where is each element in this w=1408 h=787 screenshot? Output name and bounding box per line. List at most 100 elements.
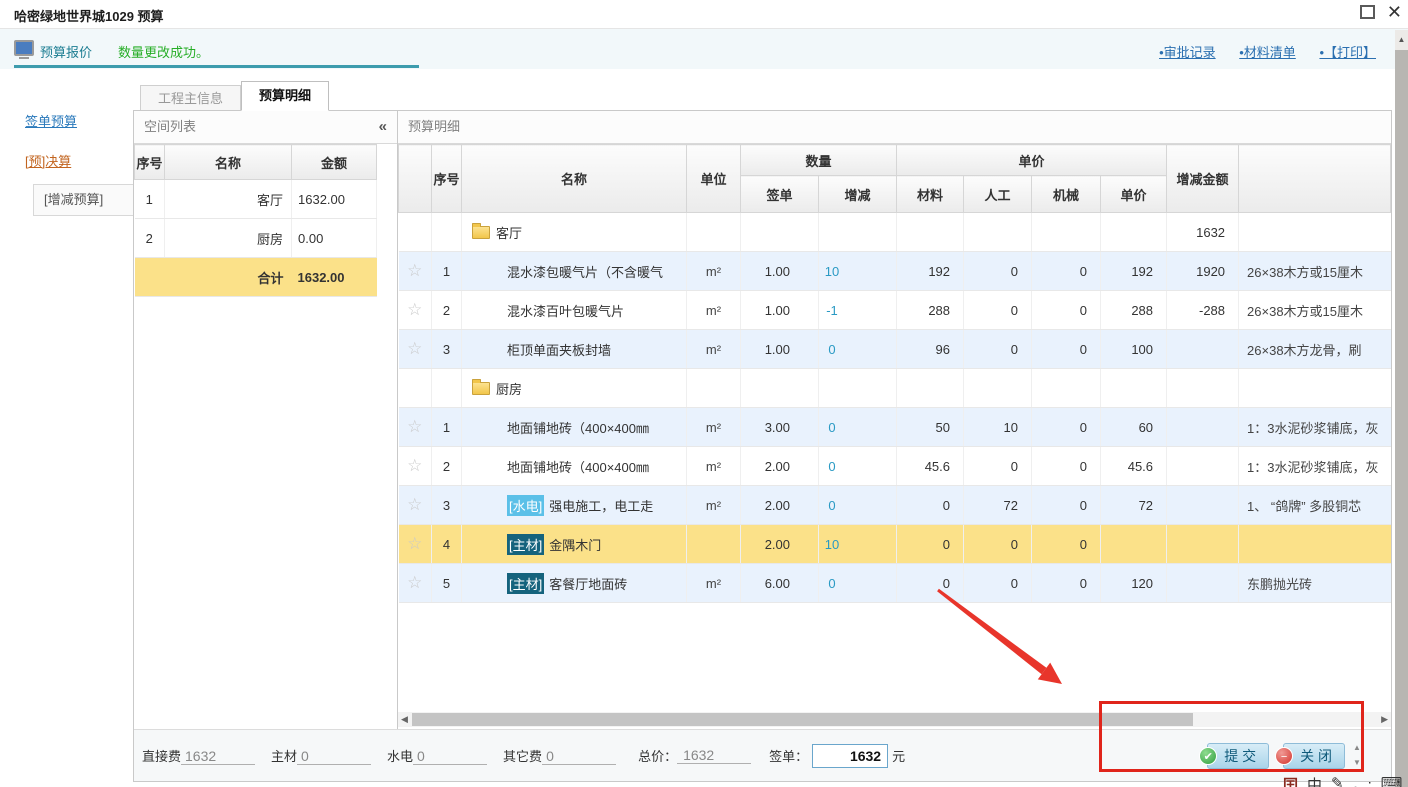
row-change-amount[interactable]	[1167, 447, 1239, 486]
ime-mode-icon[interactable]: 中	[1307, 774, 1322, 787]
sign-amount-input[interactable]	[812, 744, 888, 768]
cell[interactable]	[819, 369, 897, 408]
row-unit-price[interactable]: 120	[1101, 564, 1167, 603]
row-unit[interactable]: m²	[687, 330, 741, 369]
row-unit-price[interactable]: 72	[1101, 486, 1167, 525]
row-material-price[interactable]: 288	[897, 291, 964, 330]
row-labor-price[interactable]: 0	[964, 564, 1032, 603]
space-row-seq[interactable]: 1	[135, 180, 165, 219]
detail-row[interactable]: ☆2混水漆百叶包暖气片m²1.00-128800288-28826×38木方或1…	[399, 291, 1391, 330]
row-unit-price[interactable]: 60	[1101, 408, 1167, 447]
folder-row[interactable]: 厨房	[399, 369, 1391, 408]
cell[interactable]	[964, 369, 1032, 408]
cell[interactable]	[819, 213, 897, 252]
cell[interactable]	[687, 369, 741, 408]
scroll-right-icon[interactable]: ▶	[1381, 714, 1388, 725]
row-name[interactable]: 地面铺地砖（400×400㎜	[462, 447, 687, 486]
row-machine-price[interactable]: 0	[1032, 408, 1101, 447]
cell[interactable]	[1239, 213, 1391, 252]
row-remark[interactable]: 26×38木方龙骨，刷	[1239, 330, 1391, 369]
row-unit-price[interactable]: 192	[1101, 252, 1167, 291]
row-remark[interactable]: 26×38木方或15厘木	[1239, 252, 1391, 291]
row-machine-price[interactable]: 0	[1032, 447, 1101, 486]
scrollbar-thumb[interactable]	[412, 713, 1193, 726]
row-unit-price[interactable]	[1101, 525, 1167, 564]
folder-change-amount[interactable]	[1167, 369, 1239, 408]
space-total-amount[interactable]: 1632.00	[292, 258, 377, 297]
ime-punct-icon[interactable]: 。:	[1353, 774, 1372, 787]
detail-row[interactable]: ☆1混水漆包暖气片（不含暖气m²1.001019200192192026×38木…	[399, 252, 1391, 291]
scroll-up-icon[interactable]: ▲	[1395, 30, 1408, 50]
row-star[interactable]: ☆	[399, 486, 432, 525]
page-vertical-scrollbar[interactable]	[1395, 30, 1408, 787]
row-name[interactable]: 地面铺地砖（400×400㎜	[462, 408, 687, 447]
star-icon[interactable]: ☆	[407, 300, 422, 319]
star-icon[interactable]: ☆	[407, 573, 422, 592]
row-change-amount[interactable]	[1167, 564, 1239, 603]
star-icon[interactable]: ☆	[407, 417, 422, 436]
detail-row[interactable]: ☆3[水电]强电施工，电工走m²2.0000720721、 “鸽牌” 多股铜芯	[399, 486, 1391, 525]
sidebar-item-sign-budget[interactable]: 签单预算	[25, 111, 77, 130]
row-change-amount[interactable]	[1167, 486, 1239, 525]
row-remark[interactable]: 26×38木方或15厘木	[1239, 291, 1391, 330]
row-star[interactable]: ☆	[399, 408, 432, 447]
cell[interactable]	[964, 213, 1032, 252]
space-row-amount[interactable]: 1632.00	[292, 180, 377, 219]
cell[interactable]	[897, 369, 964, 408]
folder-row[interactable]: 客厅1632	[399, 213, 1391, 252]
tab-project-info[interactable]: 工程主信息	[140, 85, 241, 110]
link-approval-record[interactable]: •审批记录	[1159, 45, 1216, 60]
row-sign-qty[interactable]: 6.00	[741, 564, 819, 603]
row-name[interactable]: 混水漆百叶包暖气片	[462, 291, 687, 330]
row-name[interactable]: [主材]金隅木门	[462, 525, 687, 564]
row-remark[interactable]: 东鹏抛光砖	[1239, 564, 1391, 603]
row-star[interactable]: ☆	[399, 564, 432, 603]
row-change-qty[interactable]: 0	[819, 564, 897, 603]
folder-seq-blank[interactable]	[432, 213, 462, 252]
sidebar-item-pre-settlement[interactable]: [预]决算	[25, 151, 71, 170]
row-unit-price[interactable]: 100	[1101, 330, 1167, 369]
row-star[interactable]: ☆	[399, 525, 432, 564]
submit-button[interactable]: ✔ 提 交	[1207, 743, 1269, 769]
folder-star-blank[interactable]	[399, 369, 432, 408]
row-seq[interactable]: 3	[432, 330, 462, 369]
sidebar-item-change-budget[interactable]: [增减预算]	[33, 184, 145, 216]
row-machine-price[interactable]: 0	[1032, 291, 1101, 330]
detail-row[interactable]: ☆5[主材]客餐厅地面砖m²6.000000120东鹏抛光砖	[399, 564, 1391, 603]
row-labor-price[interactable]: 10	[964, 408, 1032, 447]
detail-row[interactable]: ☆1地面铺地砖（400×400㎜m²3.00050100601：3水泥砂浆铺底，…	[399, 408, 1391, 447]
row-machine-price[interactable]: 0	[1032, 525, 1101, 564]
folder-change-amount[interactable]: 1632	[1167, 213, 1239, 252]
horizontal-scrollbar[interactable]: ◀ ▶	[398, 712, 1391, 727]
link-print[interactable]: •【打印】	[1319, 45, 1376, 60]
row-sign-qty[interactable]: 1.00	[741, 330, 819, 369]
detail-row[interactable]: ☆2地面铺地砖（400×400㎜m²2.00045.60045.61：3水泥砂浆…	[399, 447, 1391, 486]
cell[interactable]	[1239, 369, 1391, 408]
row-change-amount[interactable]: -288	[1167, 291, 1239, 330]
row-change-qty[interactable]: 10	[819, 525, 897, 564]
row-unit[interactable]: m²	[687, 447, 741, 486]
row-unit-price[interactable]: 45.6	[1101, 447, 1167, 486]
scroll-left-icon[interactable]: ◀	[401, 714, 408, 725]
ime-pen-icon[interactable]: ✎	[1331, 774, 1344, 787]
close-icon[interactable]: ✕	[1387, 4, 1402, 20]
row-remark[interactable]	[1239, 525, 1391, 564]
row-name[interactable]: [主材]客餐厅地面砖	[462, 564, 687, 603]
row-change-qty[interactable]: 0	[819, 447, 897, 486]
row-sign-qty[interactable]: 1.00	[741, 291, 819, 330]
cell[interactable]	[897, 213, 964, 252]
row-unit[interactable]: m²	[687, 291, 741, 330]
cell[interactable]	[1101, 213, 1167, 252]
row-sign-qty[interactable]: 3.00	[741, 408, 819, 447]
cell[interactable]	[741, 369, 819, 408]
close-button[interactable]: − 关 闭	[1283, 743, 1345, 769]
row-labor-price[interactable]: 0	[964, 525, 1032, 564]
cell[interactable]	[1032, 213, 1101, 252]
row-machine-price[interactable]: 0	[1032, 330, 1101, 369]
row-remark[interactable]: 1：3水泥砂浆铺底，灰	[1239, 408, 1391, 447]
row-sign-qty[interactable]: 2.00	[741, 525, 819, 564]
row-name[interactable]: 混水漆包暖气片（不含暖气	[462, 252, 687, 291]
row-unit[interactable]: m²	[687, 408, 741, 447]
row-change-qty[interactable]: 10	[819, 252, 897, 291]
row-seq[interactable]: 2	[432, 447, 462, 486]
